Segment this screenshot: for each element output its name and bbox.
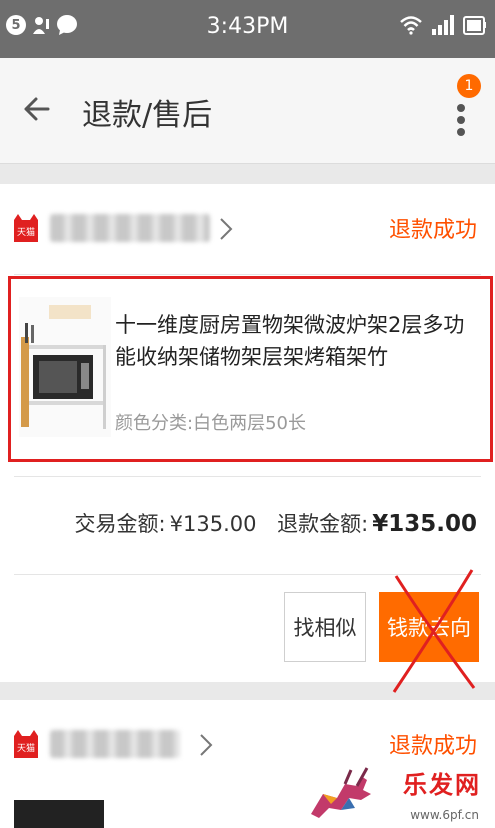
- chevron-right-icon: [220, 218, 233, 240]
- shop-row[interactable]: 天猫 退款成功: [0, 184, 495, 274]
- deer-logo-icon: [311, 767, 371, 818]
- back-arrow-icon[interactable]: [20, 92, 54, 126]
- watermark-site: www.6pf.cn: [410, 808, 479, 822]
- amount-summary: 交易金额: ¥135.00 退款金额: ¥135.00: [71, 508, 477, 538]
- refund-amount-value: ¥135.00: [372, 511, 477, 537]
- watermark-brand: 乐发网: [403, 770, 481, 799]
- watermark: 乐发网 www.6pf.cn: [301, 760, 491, 828]
- divider: [14, 274, 481, 275]
- trade-amount-value: ¥135.00: [169, 512, 257, 536]
- refund-amount-label: 退款金额:: [277, 512, 369, 536]
- page-title: 退款/售后: [82, 98, 213, 133]
- refund-status: 退款成功: [388, 734, 477, 759]
- trade-amount-label: 交易金额:: [74, 512, 166, 536]
- refund-status: 退款成功: [388, 218, 477, 243]
- tmall-logo-icon: 天猫: [14, 730, 38, 758]
- product-thumbnail-partial: [14, 800, 104, 828]
- shop-name-blurred: [50, 214, 210, 242]
- product-item[interactable]: 十一维度厨房置物架微波炉架2层多功能收纳架储物架层架烤箱架竹 颜色分类:白色两层…: [8, 276, 493, 462]
- tmall-logo-text: 天猫: [17, 742, 35, 754]
- status-bar: 5 3:43PM: [0, 0, 495, 58]
- divider: [14, 476, 481, 477]
- app-bar: 退款/售后 1: [0, 58, 495, 164]
- notification-badge: 1: [457, 74, 481, 98]
- product-attributes: 颜色分类:白色两层50长: [115, 413, 306, 434]
- cross-mark-icon: [392, 569, 476, 693]
- signal-icon: [432, 15, 454, 35]
- chevron-right-icon: [200, 734, 213, 756]
- find-similar-button[interactable]: 找相似: [284, 592, 366, 662]
- battery-icon: [463, 16, 486, 35]
- product-name: 十一维度厨房置物架微波炉架2层多功能收纳架储物架层架烤箱架竹: [115, 313, 465, 369]
- system-icons: [399, 14, 487, 36]
- tmall-logo-icon: 天猫: [14, 214, 38, 242]
- product-thumbnail: [19, 297, 111, 437]
- shop-name-blurred: [50, 730, 180, 758]
- wifi-icon: [400, 16, 422, 35]
- tmall-logo-text: 天猫: [17, 226, 35, 238]
